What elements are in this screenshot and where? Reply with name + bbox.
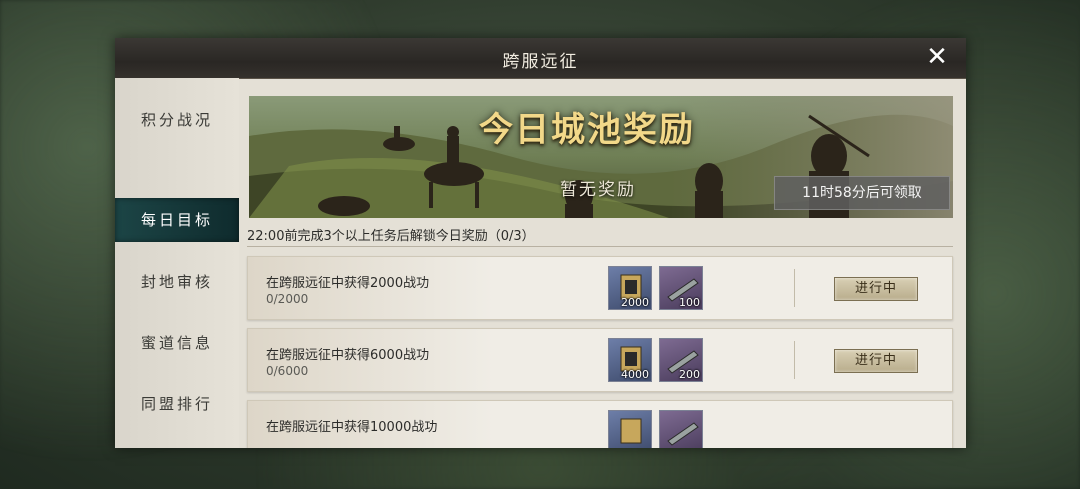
sidebar-item-label: 每日目标 [140, 211, 213, 229]
merit-token-icon[interactable]: 4000 [608, 338, 652, 382]
in-progress-button[interactable]: 进行中 [834, 277, 918, 301]
reward-amount: 200 [679, 368, 700, 381]
task-name: 在跨服远征中获得6000战功 [266, 348, 430, 363]
sidebar-item-label: 同盟排行 [140, 395, 213, 413]
sidebar-item-label: 蜜道信息 [140, 334, 213, 352]
reward-amount: 100 [679, 296, 700, 309]
task-name: 在跨服远征中获得2000战功 [266, 276, 430, 291]
sidebar-item-label: 封地审核 [140, 273, 213, 291]
task-name: 在跨服远征中获得10000战功 [266, 420, 438, 435]
task-row: 在跨服远征中获得2000战功 0/2000 2000 100 进行中 [247, 256, 953, 320]
merit-token-icon[interactable] [608, 410, 652, 448]
close-icon[interactable]: ✕ [922, 42, 952, 72]
sidebar-item-score-status[interactable]: 积分战况 [115, 98, 239, 142]
banner-title: 今日城池奖励 [479, 110, 695, 150]
expedition-dialog: 跨服远征 ✕ 积分战况 每日目标 封地审核 蜜道信息 同盟排行 今日城池奖励 暂… [115, 38, 966, 448]
sidebar-item-daily-goals[interactable]: 每日目标 [115, 198, 239, 242]
sidebar-item-fief-review[interactable]: 封地审核 [115, 260, 239, 304]
sidebar-item-alliance-ranking[interactable]: 同盟排行 [115, 382, 239, 426]
in-progress-button[interactable]: 进行中 [834, 349, 918, 373]
content-area: 今日城池奖励 暂无奖励 11时58分后可领取 22:00前完成3个以上任务后解锁… [239, 78, 966, 448]
sidebar-item-route-info[interactable]: 蜜道信息 [115, 321, 239, 365]
divider [247, 246, 953, 247]
weapon-icon[interactable]: 200 [659, 338, 703, 382]
reward-amount: 4000 [621, 368, 649, 381]
daily-reward-banner: 今日城池奖励 暂无奖励 11时58分后可领取 [249, 96, 953, 218]
task-row: 在跨服远征中获得10000战功 [247, 400, 953, 448]
weapon-icon[interactable]: 100 [659, 266, 703, 310]
countdown-badge: 11时58分后可领取 [774, 176, 950, 210]
dialog-title: 跨服远征 [502, 52, 579, 72]
sidebar: 积分战况 每日目标 封地审核 蜜道信息 同盟排行 [115, 78, 239, 448]
task-row: 在跨服远征中获得6000战功 0/6000 4000 200 进行中 [247, 328, 953, 392]
task-progress: 0/6000 [266, 364, 309, 378]
sidebar-item-label: 积分战况 [140, 111, 213, 129]
merit-token-icon[interactable]: 2000 [608, 266, 652, 310]
dialog-titlebar: 跨服远征 ✕ [115, 38, 966, 79]
reward-amount: 2000 [621, 296, 649, 309]
separator [794, 341, 795, 379]
banner-subtitle: 暂无奖励 [560, 180, 636, 200]
unlock-hint: 22:00前完成3个以上任务后解锁今日奖励（0/3） [247, 229, 535, 244]
weapon-icon[interactable] [659, 410, 703, 448]
task-progress: 0/2000 [266, 292, 309, 306]
separator [794, 269, 795, 307]
